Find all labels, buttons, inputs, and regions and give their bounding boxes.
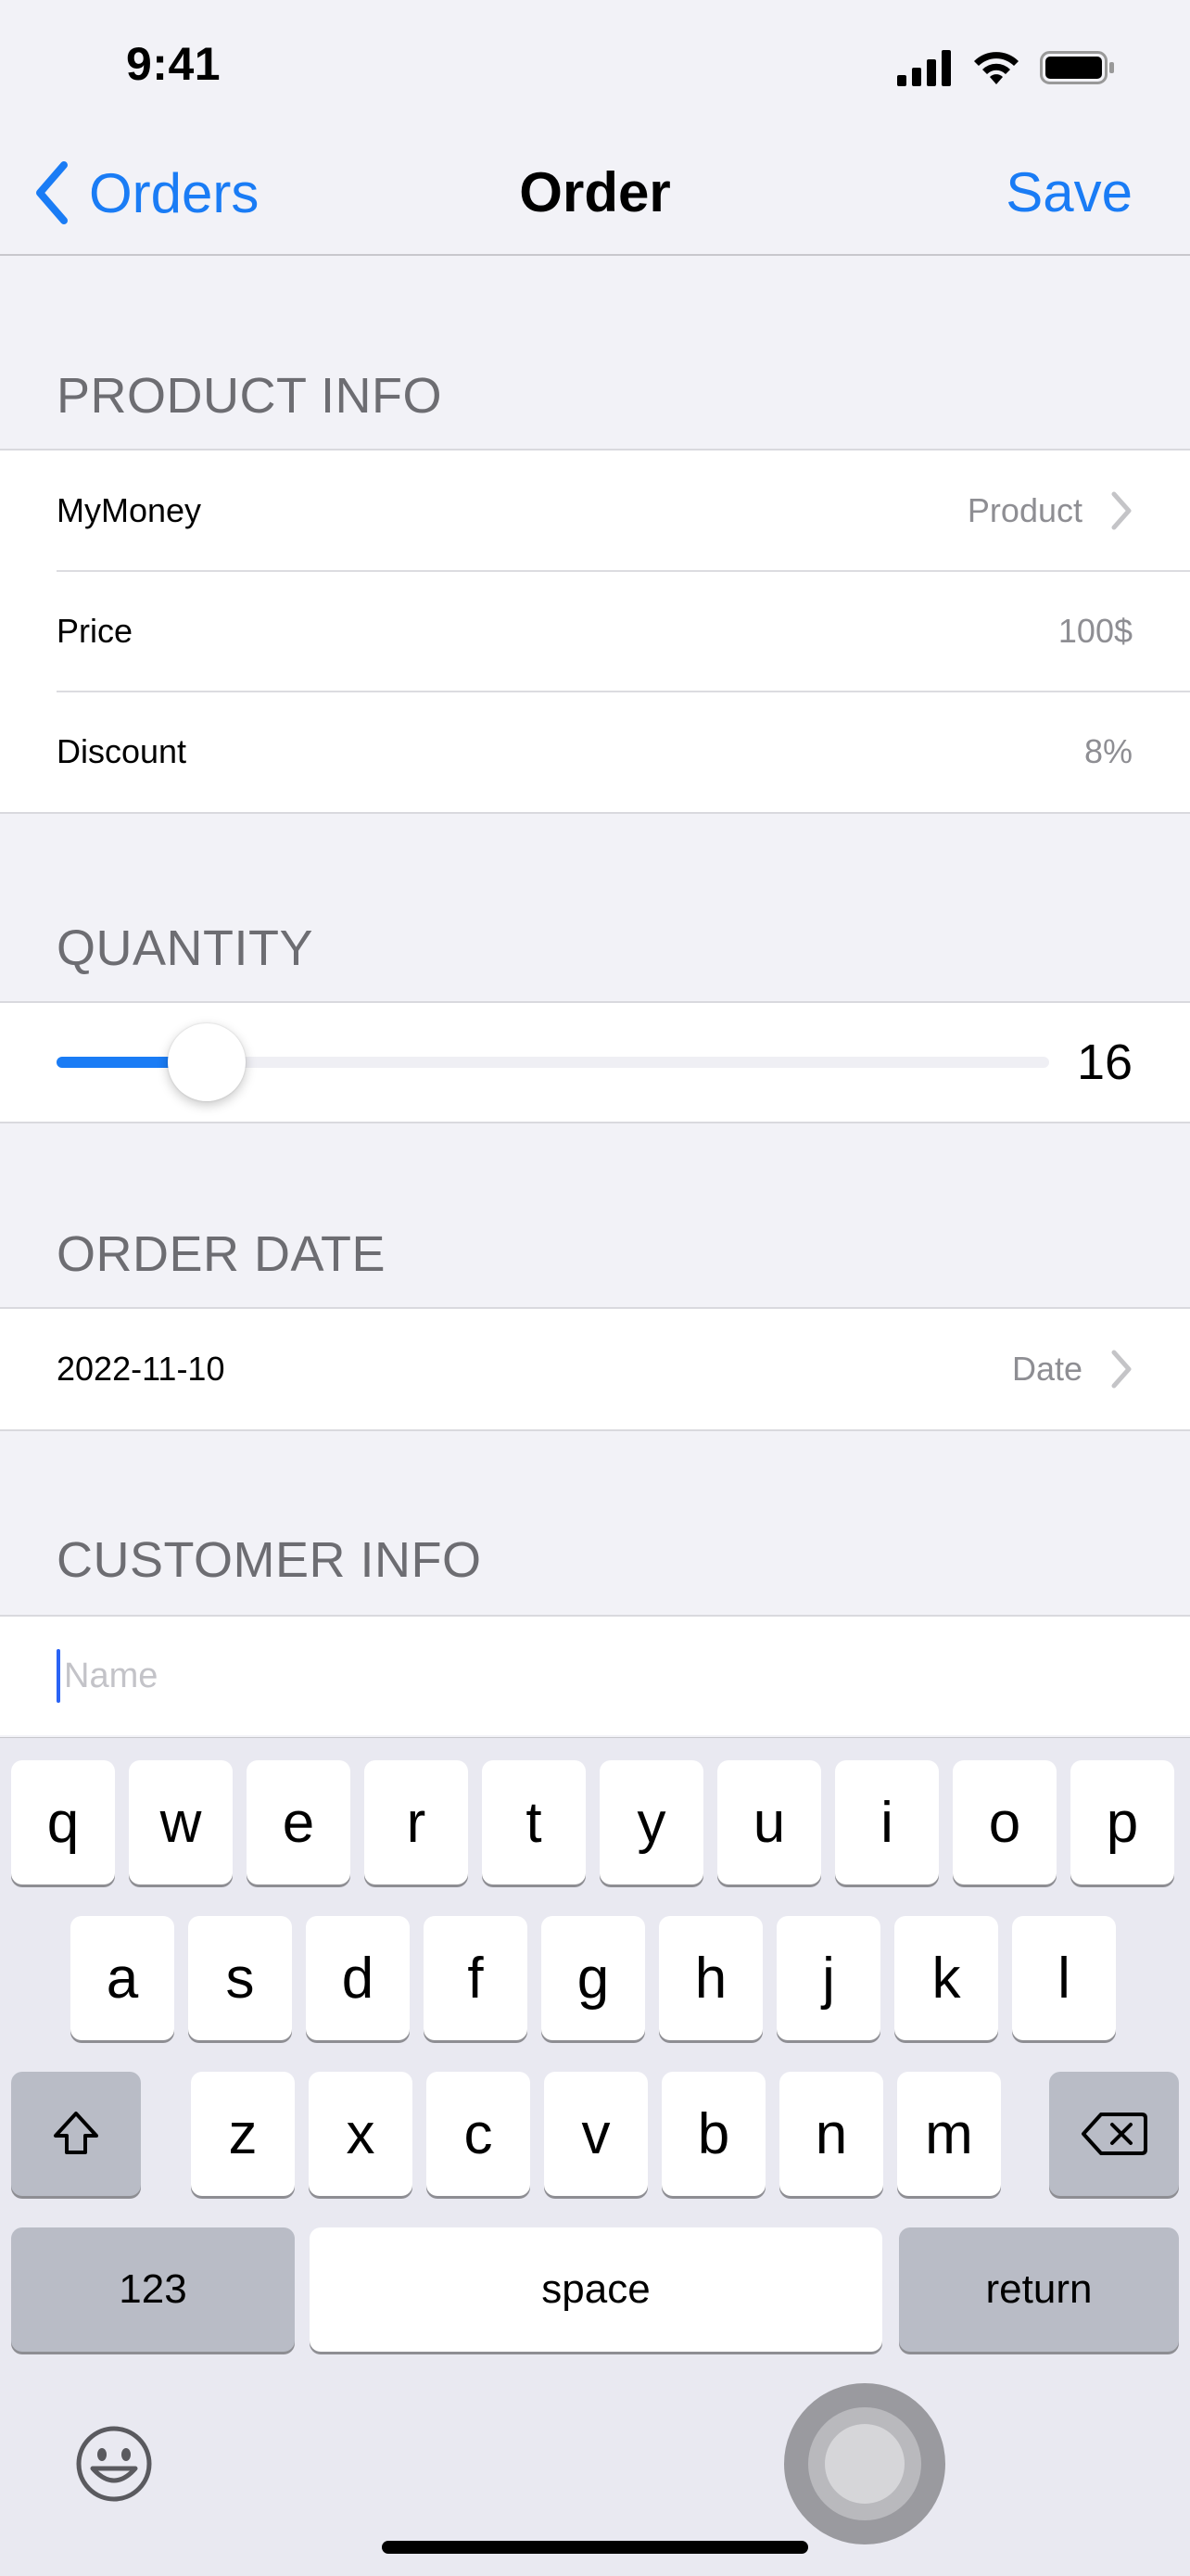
- key-z[interactable]: z: [191, 2072, 295, 2196]
- key-s[interactable]: s: [188, 1916, 292, 2040]
- status-bar: 9:41: [0, 0, 1190, 130]
- wifi-icon: [974, 52, 1019, 84]
- chevron-right-icon: [1111, 1350, 1132, 1389]
- key-e[interactable]: e: [247, 1760, 350, 1884]
- order-date-row[interactable]: 2022-11-10 Date: [0, 1309, 1190, 1429]
- shift-icon: [54, 2112, 98, 2154]
- chevron-right-icon: [1111, 491, 1132, 530]
- key-n[interactable]: n: [779, 2072, 883, 2196]
- price-row: Price 100$: [0, 570, 1190, 692]
- price-label: Price: [57, 612, 133, 650]
- discount-row: Discount 8%: [0, 691, 1190, 812]
- return-key[interactable]: return: [899, 2227, 1179, 2352]
- order-date-value: 2022-11-10: [57, 1350, 225, 1388]
- product-info-header: PRODUCT INFO: [57, 368, 443, 424]
- customer-info-header: CUSTOMER INFO: [57, 1532, 482, 1588]
- product-name: MyMoney: [57, 491, 202, 529]
- save-button[interactable]: Save: [1006, 156, 1133, 230]
- home-indicator: [382, 2541, 808, 2554]
- product-info-group: MyMoney Product Price 100$ Discount 8%: [0, 449, 1190, 814]
- space-key[interactable]: space: [310, 2227, 882, 2352]
- cellular-signal-icon: [897, 50, 951, 86]
- delete-key[interactable]: [1049, 2072, 1179, 2196]
- price-value: 100$: [1057, 612, 1133, 650]
- status-icons: [897, 44, 1116, 91]
- key-u[interactable]: u: [717, 1760, 821, 1884]
- discount-value: 8%: [1083, 732, 1133, 770]
- order-date-header: ORDER DATE: [57, 1226, 386, 1282]
- key-m[interactable]: m: [897, 2072, 1001, 2196]
- quantity-group: 16: [0, 1001, 1190, 1123]
- customer-info-group: [0, 1615, 1190, 1735]
- key-o[interactable]: o: [953, 1760, 1057, 1884]
- key-w[interactable]: w: [129, 1760, 233, 1884]
- key-c[interactable]: c: [426, 2072, 530, 2196]
- discount-label: Discount: [57, 732, 187, 770]
- product-row[interactable]: MyMoney Product: [0, 450, 1190, 571]
- navigation-bar: Orders Order Save: [0, 130, 1190, 256]
- order-date-group: 2022-11-10 Date: [0, 1307, 1190, 1431]
- backspace-icon: [1082, 2113, 1147, 2155]
- slider-thumb[interactable]: [168, 1023, 246, 1101]
- quantity-header: QUANTITY: [57, 920, 314, 976]
- key-b[interactable]: b: [662, 2072, 766, 2196]
- shift-key[interactable]: [11, 2072, 141, 2196]
- emoji-icon[interactable]: [74, 2424, 154, 2504]
- key-j[interactable]: j: [777, 1916, 880, 2040]
- key-y[interactable]: y: [600, 1760, 703, 1884]
- name-field-row: [0, 1617, 1190, 1735]
- numbers-key[interactable]: 123: [11, 2227, 295, 2352]
- product-value: Product: [967, 491, 1082, 529]
- key-x[interactable]: x: [309, 2072, 412, 2196]
- key-l[interactable]: l: [1012, 1916, 1116, 2040]
- date-label: Date: [1011, 1350, 1082, 1388]
- battery-icon: [1040, 51, 1114, 84]
- key-k[interactable]: k: [894, 1916, 998, 2040]
- quantity-slider-row: 16: [0, 1003, 1190, 1122]
- key-h[interactable]: h: [659, 1916, 763, 2040]
- keyboard: qwertyuiop asdfghjkl zxcvbnm 123 space r…: [0, 1737, 1190, 2576]
- dictation-button[interactable]: [784, 2383, 945, 2544]
- key-d[interactable]: d: [306, 1916, 410, 2040]
- status-time: 9:41: [126, 38, 222, 90]
- quantity-slider[interactable]: [57, 1023, 1049, 1101]
- key-q[interactable]: q: [11, 1760, 115, 1884]
- name-input[interactable]: [60, 1656, 991, 1696]
- key-v[interactable]: v: [544, 2072, 648, 2196]
- key-f[interactable]: f: [424, 1916, 527, 2040]
- key-a[interactable]: a: [70, 1916, 174, 2040]
- key-g[interactable]: g: [541, 1916, 645, 2040]
- key-p[interactable]: p: [1070, 1760, 1174, 1884]
- key-r[interactable]: r: [364, 1760, 468, 1884]
- key-t[interactable]: t: [482, 1760, 586, 1884]
- key-i[interactable]: i: [835, 1760, 939, 1884]
- quantity-value: 16: [1077, 1034, 1133, 1090]
